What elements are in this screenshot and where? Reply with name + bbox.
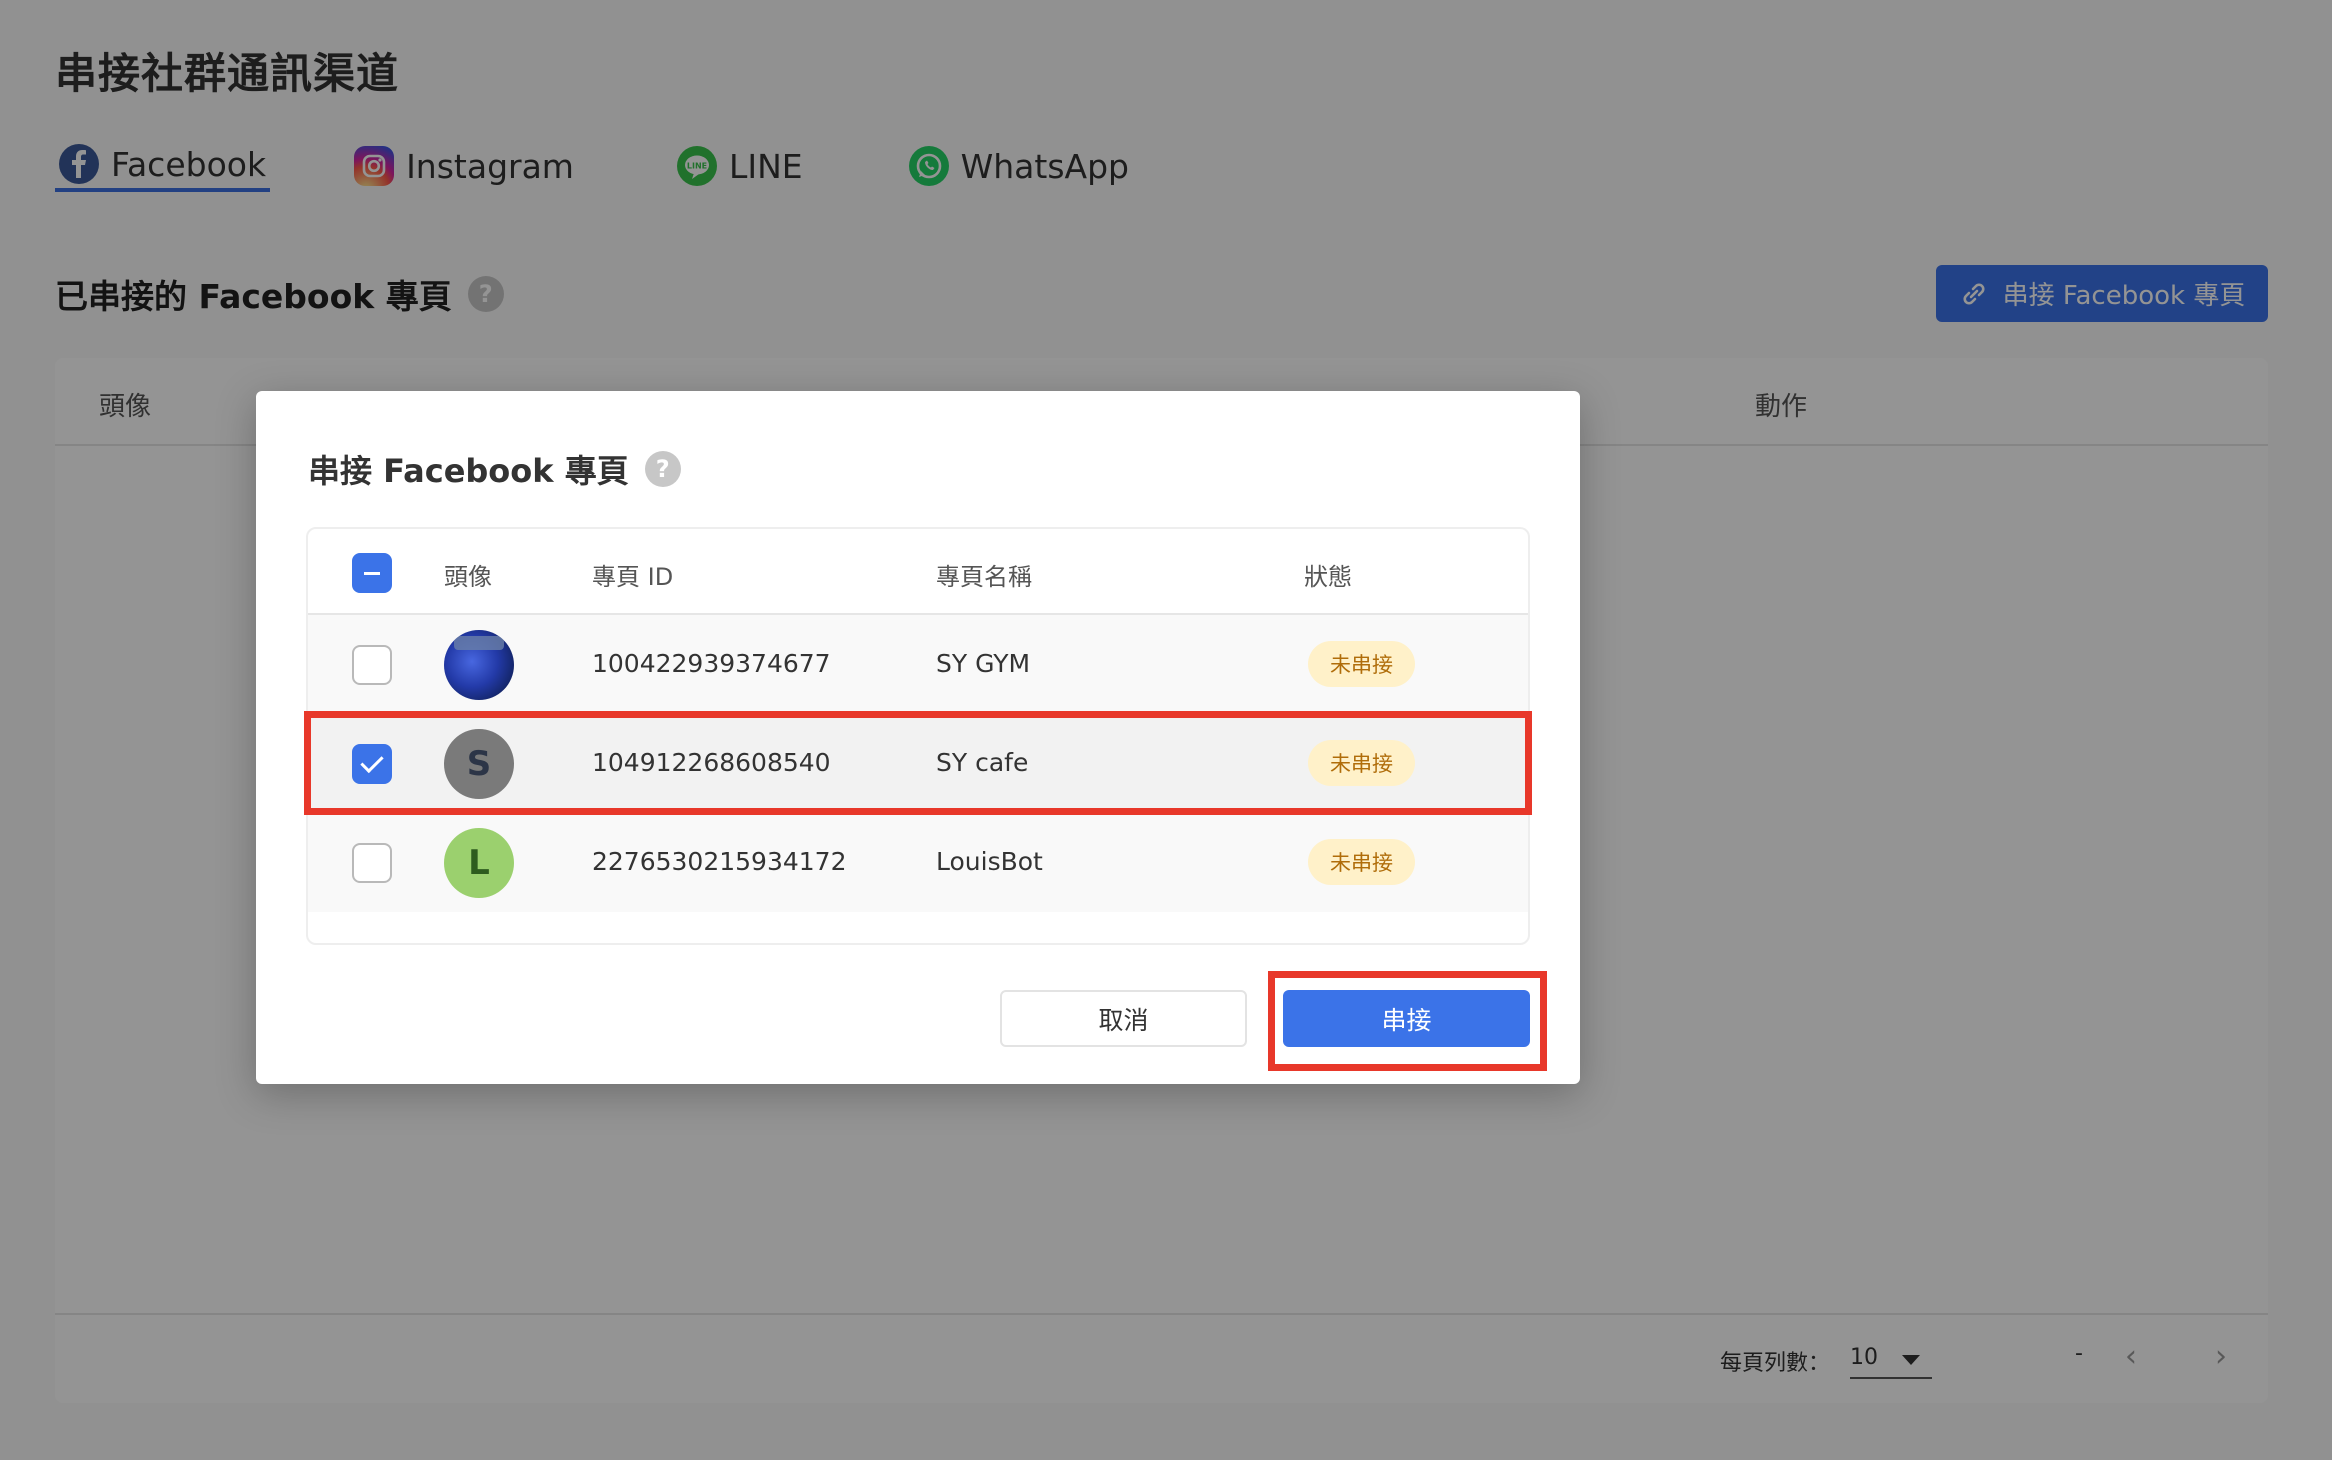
table-row[interactable]: 100422939374677 SY GYM 未串接 <box>308 615 1528 714</box>
help-icon[interactable]: ? <box>644 451 681 487</box>
page-id: 100422939374677 <box>592 649 831 678</box>
page-name: LouisBot <box>936 847 1043 876</box>
status-badge: 未串接 <box>1308 839 1415 885</box>
dialog-title-text: 串接 Facebook 專頁 <box>308 452 629 490</box>
table-row[interactable]: L 2276530215934172 LouisBot 未串接 <box>308 813 1528 912</box>
page-name: SY GYM <box>936 649 1031 678</box>
header-status: 狀態 <box>1304 563 1352 591</box>
avatar: L <box>444 828 514 898</box>
header-avatar: 頭像 <box>444 563 492 591</box>
row-checkbox[interactable] <box>352 645 392 685</box>
header-page-id: 專頁 ID <box>592 563 674 591</box>
table-header: 頭像 專頁 ID 專頁名稱 狀態 <box>308 529 1528 615</box>
highlight-box-connect-button <box>1268 971 1547 1071</box>
highlight-box-selected-row <box>304 711 1532 815</box>
header-page-name: 專頁名稱 <box>936 563 1032 591</box>
row-checkbox[interactable] <box>352 843 392 883</box>
cancel-button[interactable]: 取消 <box>1000 990 1247 1047</box>
status-badge: 未串接 <box>1308 641 1415 687</box>
avatar <box>444 630 514 700</box>
select-all-checkbox[interactable] <box>352 553 392 593</box>
page-id: 2276530215934172 <box>592 847 847 876</box>
dialog-title: 串接 Facebook 專頁 ? <box>308 446 681 492</box>
